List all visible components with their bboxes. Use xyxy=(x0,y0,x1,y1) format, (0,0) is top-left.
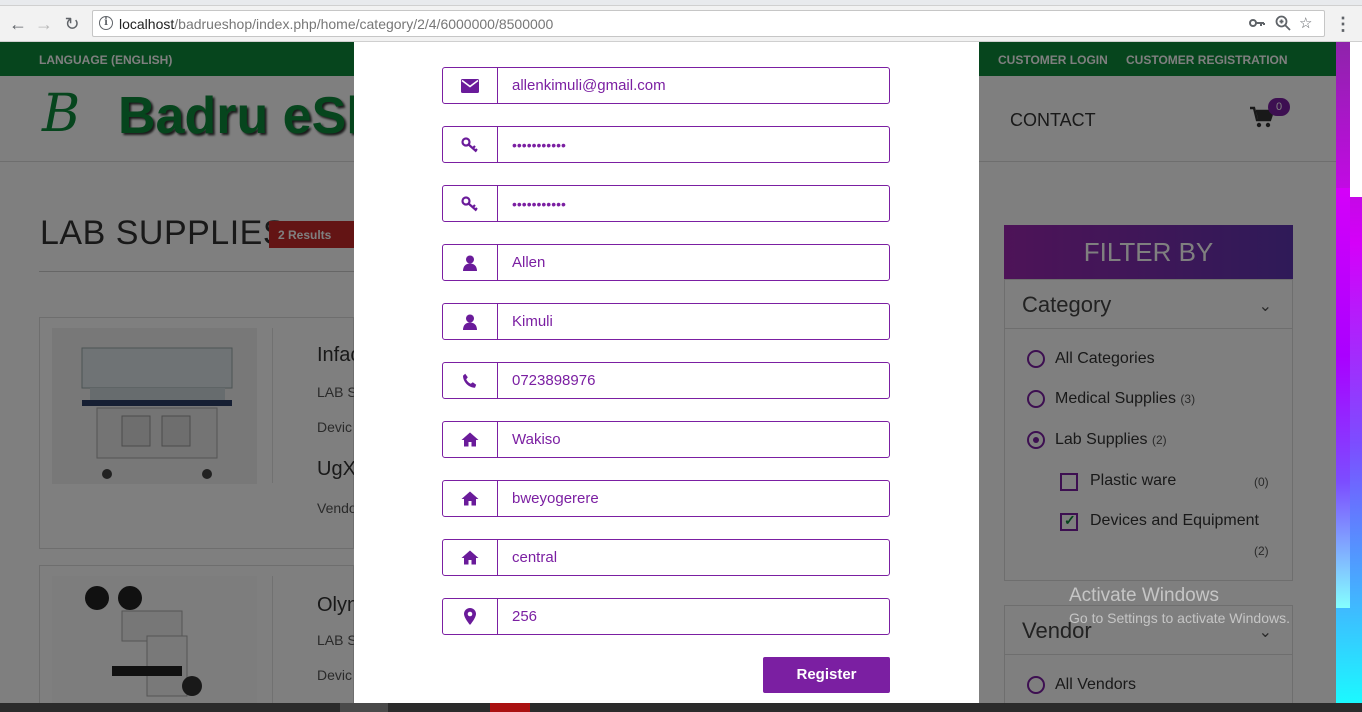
taskbar-item[interactable] xyxy=(490,703,530,712)
phone-field-group xyxy=(442,362,890,399)
url-path: /badrueshop/index.php/home/category/2/4/… xyxy=(174,16,554,32)
password-field[interactable] xyxy=(499,127,889,162)
activation-watermark-text: Go to Settings to activate Windows. xyxy=(1069,610,1290,626)
key-icon[interactable] xyxy=(1249,14,1265,32)
user-icon xyxy=(443,245,498,280)
home-icon xyxy=(443,481,498,516)
bookmark-star-icon[interactable]: ☆ xyxy=(1299,14,1312,32)
zoom-icon[interactable] xyxy=(1275,14,1291,32)
confirm-password-field[interactable] xyxy=(499,186,889,221)
envelope-icon xyxy=(443,68,498,103)
url-text[interactable]: localhost/badrueshop/index.php/home/cate… xyxy=(119,16,553,32)
browser-menu-icon[interactable]: ⋮ xyxy=(1334,14,1352,35)
last-name-field-group xyxy=(442,303,890,340)
info-icon[interactable]: i xyxy=(99,16,113,30)
key-icon xyxy=(443,186,498,221)
register-button[interactable]: Register xyxy=(763,657,890,693)
address-bar[interactable]: i localhost/badrueshop/index.php/home/ca… xyxy=(92,10,1325,37)
scrollbar-thumb[interactable] xyxy=(1336,188,1350,608)
scrollbar-track-top xyxy=(1350,42,1362,197)
region-field-group xyxy=(442,539,890,576)
key-icon xyxy=(443,127,498,162)
password-field-group xyxy=(442,126,890,163)
email-field[interactable] xyxy=(499,68,889,103)
address-field-group xyxy=(442,480,890,517)
map-marker-icon xyxy=(443,599,498,634)
region-field[interactable] xyxy=(499,540,889,575)
district-field-group xyxy=(442,421,890,458)
country-code-field-group xyxy=(442,598,890,635)
phone-field[interactable] xyxy=(499,363,889,398)
url-host: localhost xyxy=(119,16,175,32)
back-arrow-icon[interactable]: ← xyxy=(8,14,28,34)
os-taskbar[interactable] xyxy=(0,703,1362,712)
phone-icon xyxy=(443,363,498,398)
home-icon xyxy=(443,540,498,575)
email-field-group xyxy=(442,67,890,104)
address-field[interactable] xyxy=(499,481,889,516)
registration-modal: Register xyxy=(354,42,979,704)
forward-arrow-icon[interactable]: → xyxy=(34,14,54,34)
browser-toolbar: ← → ↻ i localhost/badrueshop/index.php/h… xyxy=(0,6,1362,42)
country-code-field[interactable] xyxy=(499,599,889,634)
first-name-field-group xyxy=(442,244,890,281)
last-name-field[interactable] xyxy=(499,304,889,339)
confirm-password-field-group xyxy=(442,185,890,222)
first-name-field[interactable] xyxy=(499,245,889,280)
home-icon xyxy=(443,422,498,457)
district-field[interactable] xyxy=(499,422,889,457)
reload-icon[interactable]: ↻ xyxy=(62,14,82,34)
taskbar-item[interactable] xyxy=(340,703,388,712)
activation-watermark-title: Activate Windows xyxy=(1069,585,1219,606)
user-icon xyxy=(443,304,498,339)
